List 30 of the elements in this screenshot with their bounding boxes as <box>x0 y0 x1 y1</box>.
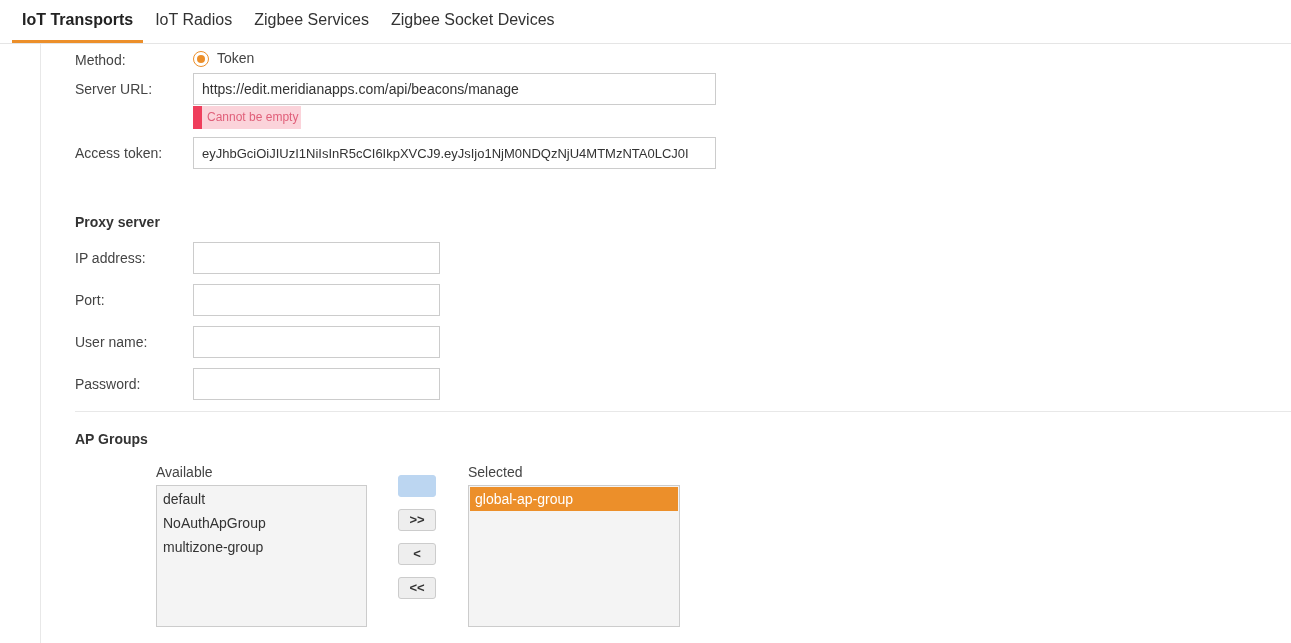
list-item[interactable]: NoAuthApGroup <box>158 511 365 535</box>
tab[interactable]: Zigbee Services <box>244 0 379 43</box>
field-label: IP address: <box>75 249 147 268</box>
section-title: Proxy server <box>75 213 161 232</box>
tab[interactable]: Zigbee Socket Devices <box>380 0 565 43</box>
input-field[interactable] <box>193 368 440 400</box>
field-label: Access token: <box>75 144 164 163</box>
field-label: Password: <box>75 375 142 394</box>
field-label: Server URL: <box>75 80 154 99</box>
error-message: Cannot be empty <box>193 106 302 129</box>
input-field[interactable]: https://edit.meridianapps.com/api/beacons/manage <box>193 73 716 105</box>
field-label: Port: <box>75 291 106 310</box>
move-button[interactable] <box>398 475 436 497</box>
field-label: Method: <box>75 51 127 70</box>
section-title: AP Groups <box>75 430 149 449</box>
tab[interactable]: IoT Radios <box>145 0 243 43</box>
list-label: Selected <box>468 463 524 482</box>
field-label: User name: <box>75 333 149 352</box>
move-button[interactable]: << <box>398 577 436 599</box>
list-label: Available <box>156 463 214 482</box>
move-button[interactable]: >> <box>398 509 436 531</box>
input-field[interactable]: eyJhbGciOiJIUzI1NiIsInR5cCI6IkpXVCJ9.eyJsIjo1NjM0NDQzNjU4MTMzNTA0LCJ0I <box>193 137 716 169</box>
list-item[interactable]: default <box>158 487 365 511</box>
tab[interactable]: IoT Transports <box>12 0 144 43</box>
move-button[interactable]: < <box>398 543 436 565</box>
radio-label: Token <box>217 49 255 68</box>
input-field[interactable] <box>193 326 440 358</box>
input-field[interactable] <box>193 284 440 316</box>
input-field[interactable] <box>193 242 440 274</box>
list-item[interactable]: multizone-group <box>158 535 365 559</box>
